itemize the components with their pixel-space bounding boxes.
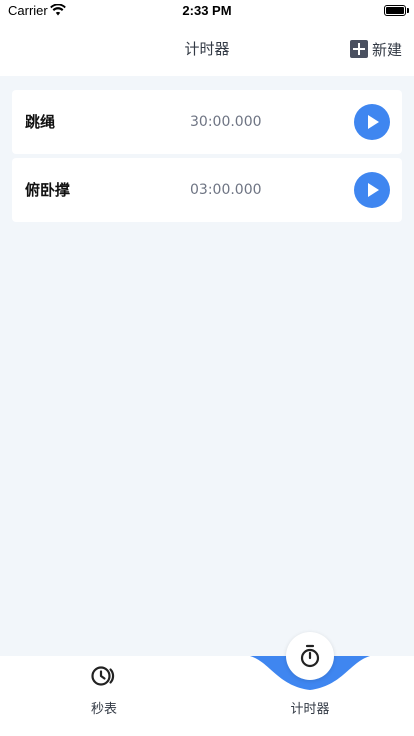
plus-icon [349,40,368,58]
timer-list: 跳绳 30:00.000 俯卧撑 03:00.000 [12,90,402,226]
stopwatch-icon [91,666,115,686]
timer-duration: 30:00.000 [190,114,262,130]
battery-icon [384,5,406,16]
nav-bar: 计时器 新建 [0,22,414,76]
new-timer-button[interactable]: 新建 [349,38,402,60]
timer-icon [300,644,320,668]
timer-row[interactable]: 俯卧撑 03:00.000 [12,158,402,222]
new-timer-label: 新建 [371,40,402,59]
play-icon [368,183,379,197]
tab-timer-label: 计时器 [290,702,330,717]
timer-name: 俯卧撑 [25,181,71,199]
status-bar: Carrier 2:33 PM [0,0,414,22]
play-icon [368,115,379,129]
tab-timer[interactable]: 计时器 [250,632,370,736]
tab-bar: 秒表 计时器 [0,632,414,736]
status-time: 2:33 PM [182,3,232,18]
timer-name: 跳绳 [25,113,56,131]
battery-cap [407,8,409,13]
timer-duration: 03:00.000 [190,182,262,198]
timer-row[interactable]: 跳绳 30:00.000 [12,90,402,154]
tab-timer-badge [286,632,334,680]
tab-stopwatch-label: 秒表 [90,702,117,717]
play-button[interactable] [354,104,390,140]
play-button[interactable] [354,172,390,208]
tab-stopwatch[interactable]: 秒表 [44,656,164,736]
